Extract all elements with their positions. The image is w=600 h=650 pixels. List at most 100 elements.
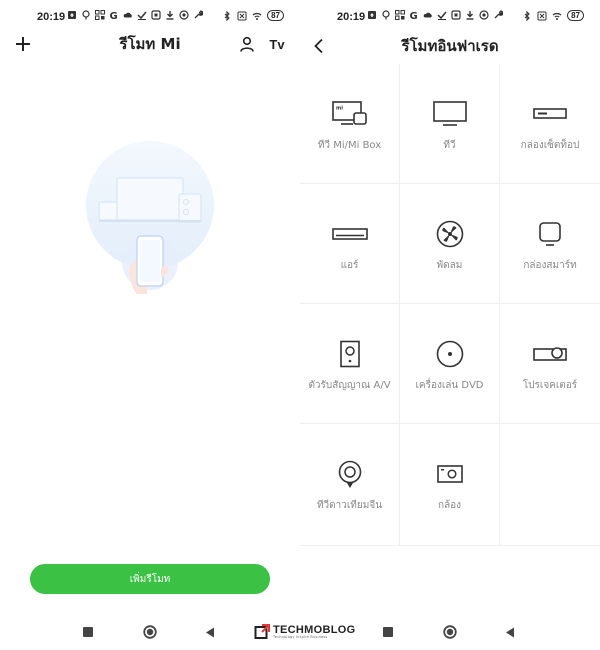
- upload-icon: [68, 11, 76, 19]
- download-icon: [166, 11, 174, 20]
- wrench-icon: [494, 10, 503, 19]
- status-bar: 20:19 G 87: [300, 0, 600, 34]
- projector-icon: [533, 347, 567, 361]
- check-icon: [137, 11, 147, 20]
- device-label: เครื่องเล่น DVD: [415, 380, 484, 391]
- status-time: 20:19: [37, 11, 66, 23]
- device-tile-av-receiver[interactable]: ตัวรับสัญญาณ A/V: [300, 304, 400, 424]
- device-tile-dvd-player[interactable]: เครื่องเล่น DVD: [400, 304, 500, 424]
- location-icon: [382, 10, 390, 20]
- check-icon: [437, 11, 447, 20]
- battery-indicator: 87: [267, 10, 284, 21]
- app-header: รีโมทอินฟาเรด: [300, 36, 600, 58]
- square-icon: [83, 627, 93, 637]
- box-icon: [151, 10, 161, 20]
- dvd-player-icon: [436, 340, 463, 368]
- no-sim-icon: [237, 11, 247, 20]
- box-icon: [451, 10, 461, 20]
- add-remote-main-button[interactable]: เพิ่มรีโมท: [30, 564, 270, 594]
- device-tile-set-top-box[interactable]: กล่องเซ็ตท็อป: [500, 64, 600, 184]
- home-button[interactable]: [442, 624, 458, 640]
- wifi-icon: [252, 12, 262, 20]
- bluetooth-icon: [524, 10, 530, 21]
- air-conditioner-icon: [331, 228, 368, 240]
- square-icon: [383, 627, 393, 637]
- device-grid: mi ทีวี Mi/Mi Box ทีวี กล่องเซ็ตท็อป แอร…: [300, 64, 600, 546]
- cloud-icon: [423, 12, 432, 18]
- shield-icon: [179, 10, 189, 20]
- svg-text:G: G: [110, 11, 118, 20]
- device-label: กล้อง: [437, 500, 462, 511]
- recent-apps-button[interactable]: [380, 624, 396, 640]
- techmoblog-logo-icon: [254, 624, 270, 639]
- set-top-box-icon: [533, 108, 567, 119]
- tv-label: Tv: [269, 36, 285, 52]
- device-label: กล่องสมาร์ท: [523, 260, 577, 271]
- watermark-sub-text: Technology Inspire Business: [273, 634, 328, 639]
- device-tile-satellite-tv[interactable]: ทีวีดาวเทียมจีน: [300, 424, 400, 546]
- mi-remote-home-screen: 20:19 G 87 รีโมท Mi Tv เพิ่มรีโมท: [0, 0, 300, 650]
- fan-icon: [436, 220, 463, 248]
- empty-state-illustration: [86, 141, 214, 294]
- camera-icon: [436, 465, 463, 483]
- device-label: โปรเจคเตอร์: [522, 380, 578, 391]
- device-tile-projector[interactable]: โปรเจคเตอร์: [500, 304, 600, 424]
- triangle-back-icon: [206, 627, 214, 637]
- google-icon: G: [410, 11, 418, 20]
- device-tile-smart-box[interactable]: กล่องสมาร์ท: [500, 184, 600, 304]
- qr-icon: [95, 10, 105, 20]
- battery-indicator: 87: [567, 10, 584, 21]
- wrench-icon: [194, 10, 203, 19]
- system-icons: 87: [222, 10, 284, 21]
- back-button[interactable]: [502, 624, 518, 640]
- device-label: ตัวรับสัญญาณ A/V: [308, 380, 391, 391]
- av-receiver-icon: [339, 340, 360, 368]
- download-icon: [466, 11, 474, 20]
- techmoblog-watermark: TECHMOBLOG Technology Inspire Business: [254, 622, 355, 642]
- tv-icon: [432, 101, 467, 126]
- notification-icons: G: [67, 10, 203, 20]
- mi-tv-box-icon: mi: [331, 101, 367, 125]
- location-icon: [82, 10, 90, 20]
- device-tile-air-conditioner[interactable]: แอร์: [300, 184, 400, 304]
- empty-grid-cell: [500, 424, 600, 546]
- page-title: รีโมทอินฟาเรด: [401, 37, 499, 55]
- upload-icon: [368, 11, 376, 19]
- device-tile-mi-tv-box[interactable]: mi ทีวี Mi/Mi Box: [300, 64, 400, 184]
- triangle-back-icon: [506, 627, 514, 637]
- device-tile-fan[interactable]: พัดลม: [400, 184, 500, 304]
- tv-button[interactable]: Tv: [266, 34, 288, 54]
- status-bar: 20:19 G 87: [0, 0, 300, 34]
- home-button[interactable]: [142, 624, 158, 640]
- status-time: 20:19: [337, 11, 366, 23]
- system-icons: 87: [522, 10, 584, 21]
- wifi-icon: [552, 12, 562, 20]
- profile-button[interactable]: [236, 34, 258, 54]
- circle-icon: [143, 625, 157, 639]
- app-header: รีโมท Mi Tv: [0, 34, 300, 56]
- qr-icon: [395, 10, 405, 20]
- device-tile-tv[interactable]: ทีวี: [400, 64, 500, 184]
- recent-apps-button[interactable]: [80, 624, 96, 640]
- back-button[interactable]: [202, 624, 218, 640]
- device-label: ทีวี Mi/Mi Box: [317, 140, 382, 151]
- ir-remote-screen: 20:19 G 87 รีโมทอินฟาเรด mi ทีวี Mi/Mi B…: [300, 0, 600, 650]
- device-label: ทีวีดาวเทียมจีน: [316, 500, 383, 511]
- user-icon: [240, 36, 254, 52]
- svg-text:G: G: [410, 11, 418, 20]
- device-label: พัดลม: [436, 260, 463, 271]
- bluetooth-icon: [224, 10, 230, 21]
- satellite-tv-icon: [338, 460, 361, 488]
- cloud-icon: [123, 12, 132, 18]
- circle-icon: [443, 625, 457, 639]
- shield-icon: [479, 10, 489, 20]
- device-label: ทีวี: [443, 140, 456, 151]
- device-label: กล่องเซ็ตท็อป: [520, 140, 580, 151]
- svg-text:mi: mi: [336, 106, 343, 112]
- device-tile-camera[interactable]: กล้อง: [400, 424, 500, 546]
- google-icon: G: [110, 11, 118, 20]
- notification-icons: G: [367, 10, 503, 20]
- device-label: แอร์: [340, 260, 359, 271]
- smart-box-icon: [539, 222, 561, 246]
- no-sim-icon: [537, 11, 547, 20]
